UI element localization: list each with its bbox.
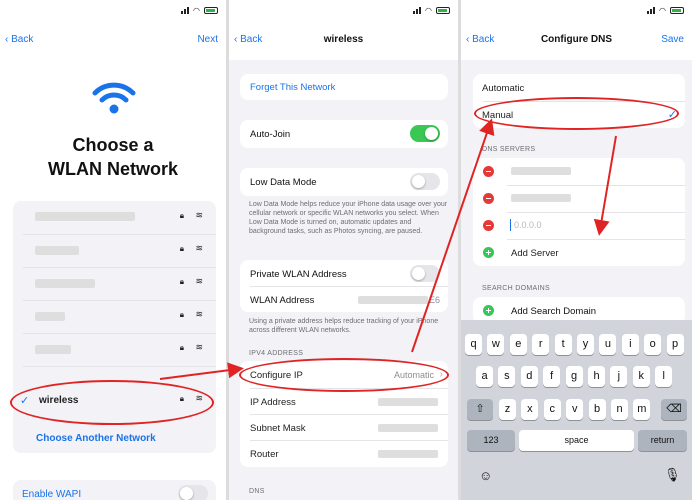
- annotation-arrows: [159, 118, 617, 380]
